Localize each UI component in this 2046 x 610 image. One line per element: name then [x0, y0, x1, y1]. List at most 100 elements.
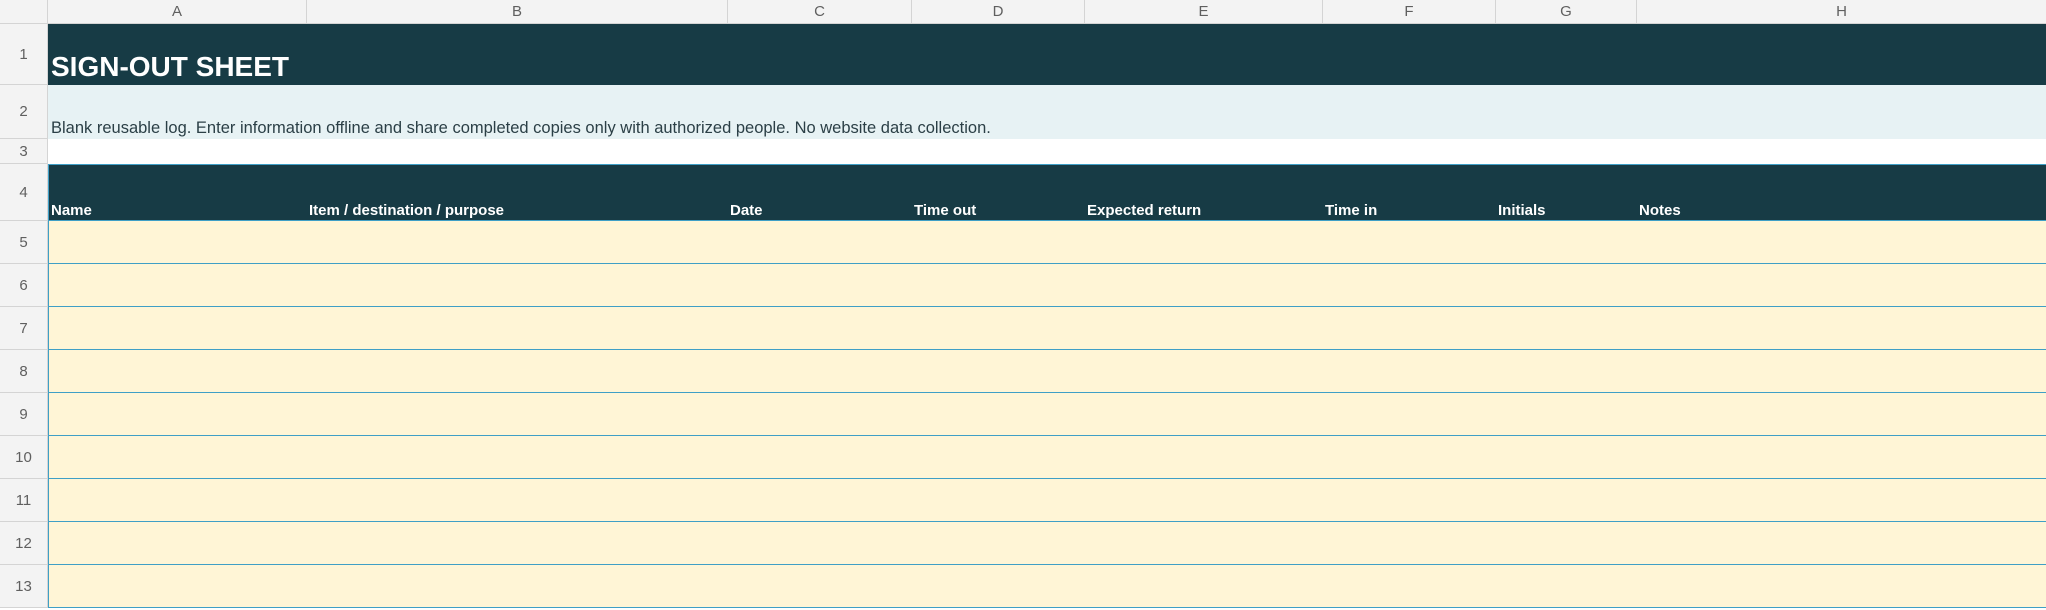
row-header-4[interactable]: 4	[0, 164, 48, 221]
input-cell-date[interactable]	[728, 393, 912, 435]
input-cell-time-out[interactable]	[912, 436, 1085, 478]
input-cell-initials[interactable]	[1496, 522, 1637, 564]
header-cell-date[interactable]: Date	[728, 165, 912, 220]
input-cell-notes[interactable]	[1637, 307, 2046, 349]
row-header-3[interactable]: 3	[0, 139, 48, 164]
header-cell-time-out[interactable]: Time out	[912, 165, 1085, 220]
input-cell-name[interactable]	[49, 307, 307, 349]
input-cell-expected-return[interactable]	[1085, 393, 1323, 435]
input-cell-time-in[interactable]	[1323, 436, 1496, 478]
input-cell-time-in[interactable]	[1323, 264, 1496, 306]
input-cell-time-in[interactable]	[1323, 393, 1496, 435]
input-cell-date[interactable]	[728, 221, 912, 263]
input-cell-initials[interactable]	[1496, 350, 1637, 392]
row-header-7[interactable]: 7	[0, 307, 48, 350]
input-cell-item[interactable]	[307, 522, 728, 564]
row-header-9[interactable]: 9	[0, 393, 48, 436]
input-cell-notes[interactable]	[1637, 350, 2046, 392]
input-cell-date[interactable]	[728, 479, 912, 521]
column-header-b[interactable]: B	[307, 0, 728, 24]
input-cell-date[interactable]	[728, 522, 912, 564]
input-cell-initials[interactable]	[1496, 479, 1637, 521]
input-cell-notes[interactable]	[1637, 565, 2046, 607]
column-header-e[interactable]: E	[1085, 0, 1323, 24]
column-header-h[interactable]: H	[1637, 0, 2046, 24]
header-cell-initials[interactable]: Initials	[1496, 165, 1637, 220]
input-cell-time-in[interactable]	[1323, 522, 1496, 564]
input-cell-name[interactable]	[49, 264, 307, 306]
input-cell-name[interactable]	[49, 350, 307, 392]
input-cell-date[interactable]	[728, 350, 912, 392]
input-cell-item[interactable]	[307, 479, 728, 521]
row-header-8[interactable]: 8	[0, 350, 48, 393]
row-header-1[interactable]: 1	[0, 24, 48, 85]
header-cell-item-destination-purpose[interactable]: Item / destination / purpose	[307, 165, 728, 220]
input-cell-initials[interactable]	[1496, 264, 1637, 306]
input-cell-initials[interactable]	[1496, 221, 1637, 263]
input-cell-expected-return[interactable]	[1085, 264, 1323, 306]
input-cell-name[interactable]	[49, 436, 307, 478]
input-cell-notes[interactable]	[1637, 522, 2046, 564]
input-cell-time-in[interactable]	[1323, 565, 1496, 607]
header-cell-name[interactable]: Name	[49, 165, 307, 220]
input-cell-item[interactable]	[307, 307, 728, 349]
input-cell-notes[interactable]	[1637, 479, 2046, 521]
input-cell-expected-return[interactable]	[1085, 221, 1323, 263]
input-cell-notes[interactable]	[1637, 221, 2046, 263]
row-header-13[interactable]: 13	[0, 565, 48, 608]
input-cell-time-out[interactable]	[912, 264, 1085, 306]
input-cell-notes[interactable]	[1637, 264, 2046, 306]
input-cell-name[interactable]	[49, 565, 307, 607]
input-cell-expected-return[interactable]	[1085, 307, 1323, 349]
row-header-5[interactable]: 5	[0, 221, 48, 264]
column-header-d[interactable]: D	[912, 0, 1085, 24]
input-cell-item[interactable]	[307, 221, 728, 263]
input-cell-initials[interactable]	[1496, 307, 1637, 349]
input-cell-expected-return[interactable]	[1085, 522, 1323, 564]
row-header-2[interactable]: 2	[0, 85, 48, 139]
header-cell-time-in[interactable]: Time in	[1323, 165, 1496, 220]
input-cell-name[interactable]	[49, 393, 307, 435]
input-cell-date[interactable]	[728, 264, 912, 306]
input-cell-expected-return[interactable]	[1085, 436, 1323, 478]
input-cell-item[interactable]	[307, 264, 728, 306]
input-cell-time-in[interactable]	[1323, 350, 1496, 392]
input-cell-notes[interactable]	[1637, 436, 2046, 478]
column-header-c[interactable]: C	[728, 0, 912, 24]
row-header-12[interactable]: 12	[0, 522, 48, 565]
input-cell-time-in[interactable]	[1323, 307, 1496, 349]
input-cell-item[interactable]	[307, 565, 728, 607]
input-cell-time-out[interactable]	[912, 522, 1085, 564]
title-cell[interactable]: SIGN-OUT SHEET	[48, 24, 2046, 85]
header-cell-expected-return[interactable]: Expected return	[1085, 165, 1323, 220]
input-cell-initials[interactable]	[1496, 436, 1637, 478]
input-cell-time-out[interactable]	[912, 350, 1085, 392]
row-header-11[interactable]: 11	[0, 479, 48, 522]
row-header-6[interactable]: 6	[0, 264, 48, 307]
input-cell-date[interactable]	[728, 436, 912, 478]
subtitle-cell[interactable]: Blank reusable log. Enter information of…	[48, 85, 2046, 139]
input-cell-time-out[interactable]	[912, 565, 1085, 607]
header-cell-notes[interactable]: Notes	[1637, 165, 2046, 220]
input-cell-time-out[interactable]	[912, 479, 1085, 521]
blank-row-3[interactable]	[48, 139, 2046, 164]
input-cell-item[interactable]	[307, 436, 728, 478]
input-cell-expected-return[interactable]	[1085, 350, 1323, 392]
input-cell-date[interactable]	[728, 565, 912, 607]
input-cell-time-in[interactable]	[1323, 479, 1496, 521]
input-cell-initials[interactable]	[1496, 565, 1637, 607]
column-header-a[interactable]: A	[48, 0, 307, 24]
input-cell-name[interactable]	[49, 479, 307, 521]
column-header-f[interactable]: F	[1323, 0, 1496, 24]
input-cell-item[interactable]	[307, 350, 728, 392]
input-cell-expected-return[interactable]	[1085, 479, 1323, 521]
input-cell-name[interactable]	[49, 221, 307, 263]
input-cell-initials[interactable]	[1496, 393, 1637, 435]
input-cell-name[interactable]	[49, 522, 307, 564]
input-cell-item[interactable]	[307, 393, 728, 435]
input-cell-time-in[interactable]	[1323, 221, 1496, 263]
input-cell-time-out[interactable]	[912, 307, 1085, 349]
column-header-g[interactable]: G	[1496, 0, 1637, 24]
input-cell-date[interactable]	[728, 307, 912, 349]
row-header-10[interactable]: 10	[0, 436, 48, 479]
